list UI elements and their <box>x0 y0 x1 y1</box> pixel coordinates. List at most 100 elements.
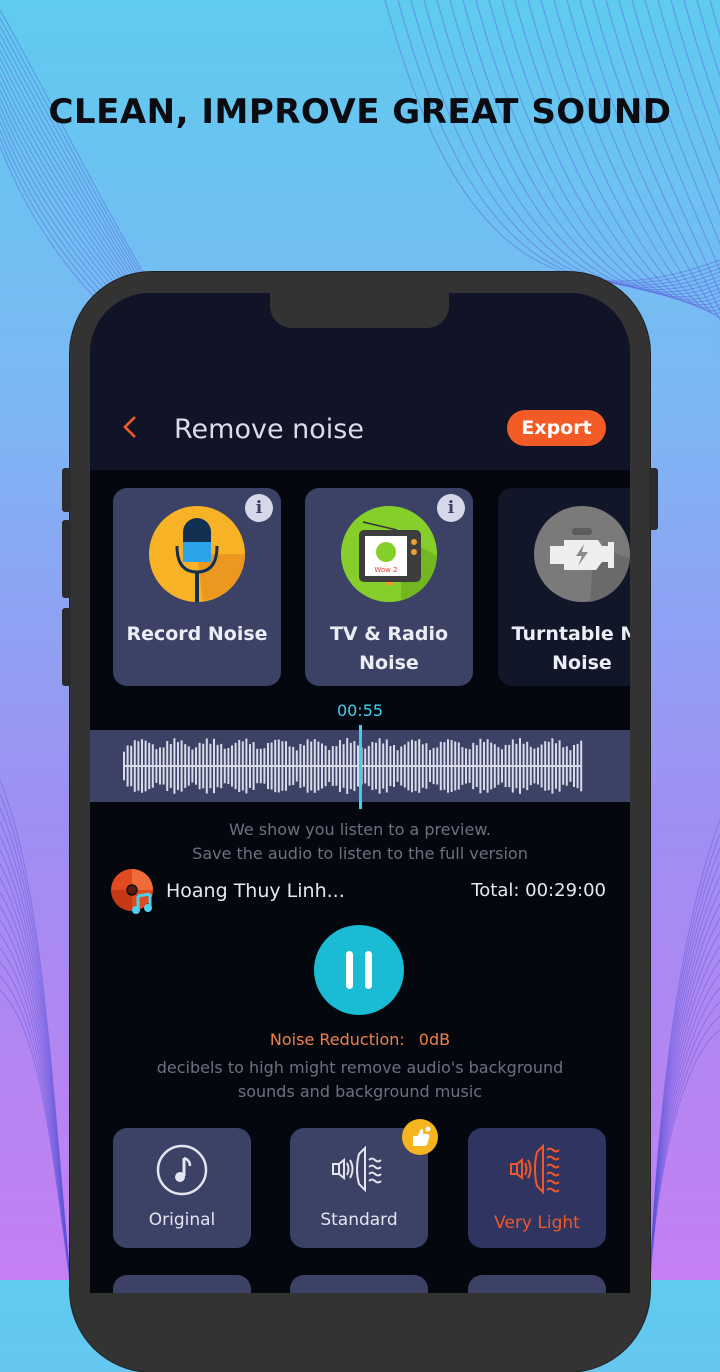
background-line <box>649 987 720 1280</box>
background-line <box>475 0 720 298</box>
noise-reduction-value: 0dB <box>418 1030 451 1049</box>
preview-hint-line1: We show you listen to a preview. <box>228 820 492 839</box>
total-duration: Total: 00:29:00 <box>471 880 606 901</box>
background-line <box>683 0 720 352</box>
phone-notch <box>270 293 449 328</box>
noise-type-label: Turntable Mo Noise <box>511 623 630 674</box>
noise-type-card-turntable[interactable]: Turntable Mo Noise <box>498 488 630 686</box>
background-line <box>449 0 720 293</box>
background-line <box>649 903 720 1280</box>
background-line <box>0 975 71 1280</box>
mode-card-partial[interactable] <box>290 1275 428 1293</box>
mode-label: Standard <box>320 1210 398 1230</box>
background-line <box>649 1015 720 1280</box>
background-line <box>618 0 720 332</box>
phone-side-button <box>62 468 71 512</box>
mode-card-partial[interactable] <box>468 1275 606 1293</box>
info-icon[interactable]: i <box>245 494 273 522</box>
background-line <box>488 0 720 300</box>
app-screen: Remove noise Export i Record Noise Wow 2… <box>90 293 630 1293</box>
noise-reduction-readout: Noise Reduction: 0dB <box>90 1030 630 1049</box>
background-line <box>709 0 720 360</box>
background-line <box>592 0 720 325</box>
background-line <box>540 0 720 312</box>
background-line <box>436 0 720 291</box>
background-line <box>0 919 71 1280</box>
mode-original[interactable]: Original <box>113 1128 251 1248</box>
engine-icon <box>534 506 630 602</box>
background-line <box>566 0 720 318</box>
mode-very-light[interactable]: Very Light <box>468 1128 606 1248</box>
speaker-waves-icon <box>332 1145 382 1193</box>
background-line <box>384 0 720 282</box>
background-line <box>696 0 720 356</box>
mode-card-partial[interactable] <box>113 1275 251 1293</box>
background-line <box>649 833 720 1280</box>
background-line <box>0 933 71 1280</box>
phone-power-button <box>649 468 658 530</box>
background-line <box>423 0 720 288</box>
thumbs-up-icon <box>413 1126 431 1146</box>
info-icon[interactable]: i <box>437 494 465 522</box>
background-line <box>0 877 71 1280</box>
background-line <box>397 0 720 284</box>
background-line <box>0 989 71 1280</box>
background-line <box>649 1029 720 1280</box>
microphone-icon <box>149 506 245 602</box>
background-line <box>0 17 161 304</box>
background-line <box>0 891 71 1280</box>
background-line <box>501 0 720 303</box>
noise-type-card-record[interactable]: i Record Noise <box>113 488 281 686</box>
background-line <box>649 889 720 1280</box>
background-line <box>670 0 720 348</box>
background-line <box>649 931 720 1280</box>
current-time: 00:55 <box>336 701 384 720</box>
background-line <box>0 41 161 313</box>
background-line <box>579 0 720 321</box>
background-line <box>0 835 71 1280</box>
background-line <box>462 0 720 295</box>
speaker-waves-icon <box>510 1143 560 1195</box>
background-line <box>649 861 720 1280</box>
background-line <box>0 25 161 307</box>
recommended-badge <box>402 1119 438 1155</box>
preview-hint-line2: Save the audio to listen to the full ver… <box>192 844 528 863</box>
background-line <box>0 9 161 301</box>
background-line <box>0 961 71 1280</box>
export-button[interactable]: Export <box>507 410 606 446</box>
promo-headline: CLEAN, IMPROVE GREAT SOUND <box>48 92 672 132</box>
background-line <box>649 875 720 1280</box>
noise-type-carousel[interactable]: i Record Noise Wow 2 i TV & Radio Noise <box>113 488 630 688</box>
playhead-handle[interactable] <box>359 725 362 809</box>
background-line <box>0 849 71 1280</box>
preview-hint: We show you listen to a preview. Save th… <box>90 818 630 866</box>
page-title: Remove noise <box>174 414 364 445</box>
phone-volume-down <box>62 608 71 686</box>
tv-icon: Wow 2 <box>341 506 437 602</box>
music-note-icon <box>156 1144 208 1196</box>
background-line <box>0 821 71 1280</box>
background-line <box>605 0 720 329</box>
track-name: Hoang Thuy Linh... <box>166 880 345 902</box>
music-disc-icon <box>111 869 153 914</box>
noise-type-label: Record Noise <box>126 623 268 645</box>
background-line <box>649 973 720 1280</box>
background-line <box>0 947 71 1280</box>
background-line <box>649 917 720 1280</box>
noise-type-label: TV & Radio Noise <box>329 623 449 674</box>
noise-type-card-tv-radio[interactable]: Wow 2 i TV & Radio Noise <box>305 488 473 686</box>
pause-button[interactable] <box>314 925 404 1015</box>
background-line <box>631 0 720 336</box>
background-line <box>644 0 720 340</box>
background-line <box>0 793 71 1280</box>
mode-label: Original <box>148 1210 216 1230</box>
background-line <box>0 33 161 310</box>
chevron-left-icon[interactable] <box>118 415 142 439</box>
background-line <box>649 959 720 1280</box>
background-line <box>410 0 720 286</box>
background-line <box>649 1001 720 1280</box>
background-line <box>0 807 71 1280</box>
noise-reduction-label: Noise Reduction: <box>269 1030 405 1049</box>
background-line <box>514 0 720 306</box>
mode-label: Very Light <box>494 1213 580 1233</box>
